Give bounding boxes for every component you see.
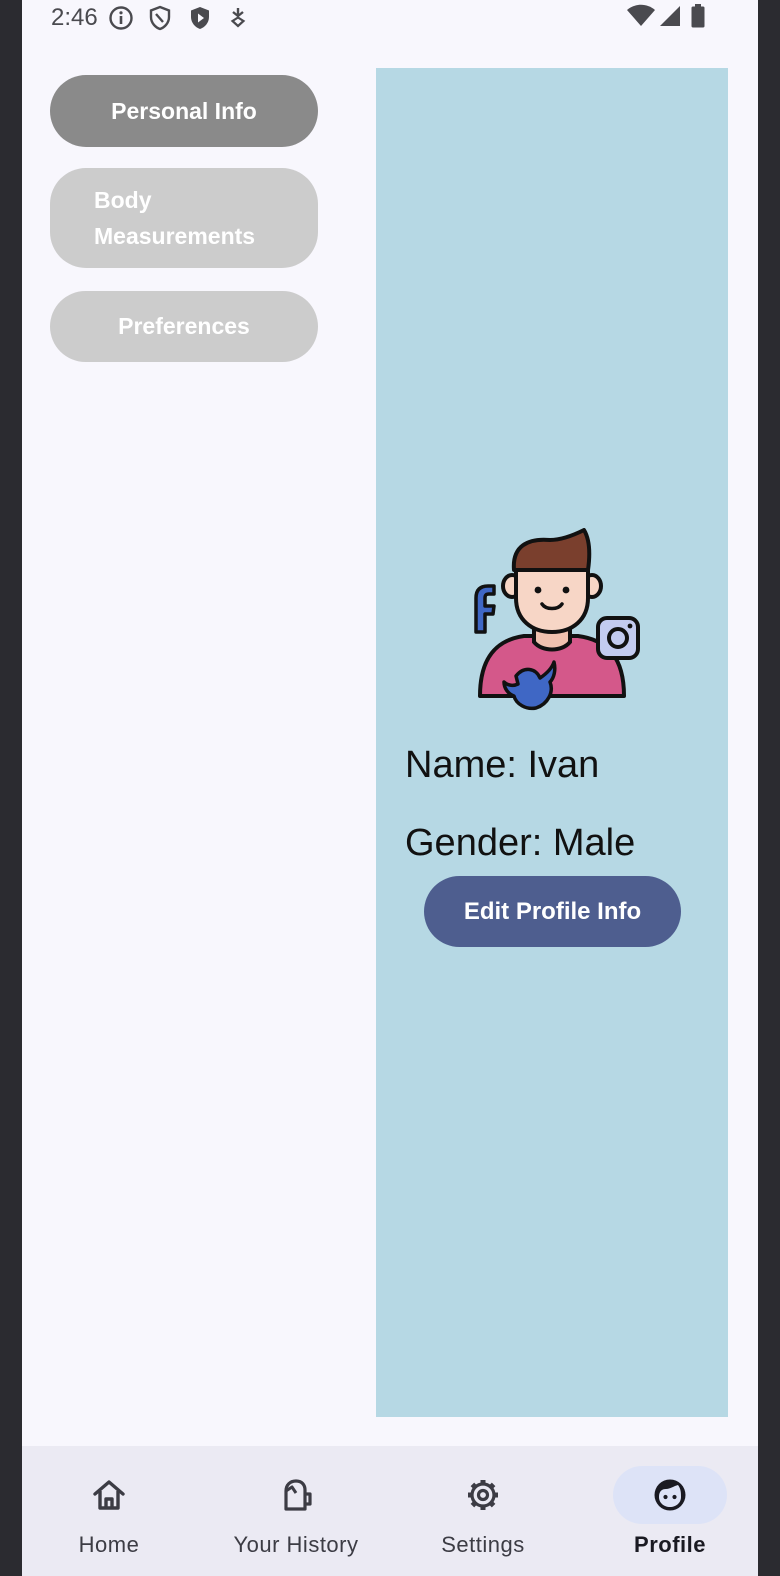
nav-label-settings: Settings: [441, 1532, 525, 1557]
tab-preferences[interactable]: Preferences: [50, 291, 318, 362]
tab-personal-info-label: Personal Info: [111, 97, 257, 124]
info-icon: [109, 6, 133, 30]
nav-item-profile[interactable]: Profile: [575, 1446, 758, 1576]
status-bar: 2:46: [22, 0, 758, 36]
nav-label-your-history: Your History: [233, 1532, 359, 1557]
app-screen: 2:46 Personal Info Body Measurements Pre…: [22, 0, 758, 1576]
history-icon: [284, 1479, 312, 1511]
bottom-navigation: Home Your History Settings Profile: [22, 1446, 758, 1576]
battery-icon: [691, 4, 705, 28]
gear-icon: [468, 1480, 498, 1510]
edit-profile-info-button[interactable]: Edit Profile Info: [424, 876, 681, 947]
signal-icon: [660, 6, 680, 26]
tab-body-measurements[interactable]: Body Measurements: [50, 168, 318, 268]
wifi-icon: [627, 4, 655, 26]
nav-item-your-history[interactable]: Your History: [201, 1446, 385, 1576]
profile-name: Name: Ivan: [405, 744, 600, 786]
tab-personal-info[interactable]: Personal Info: [50, 75, 318, 147]
nav-item-settings[interactable]: Settings: [388, 1446, 572, 1576]
home-icon: [93, 1480, 125, 1510]
download-icon: [230, 8, 246, 28]
status-time: 2:46: [51, 4, 98, 31]
play-shield-icon: [191, 7, 209, 29]
shield-icon: [149, 5, 171, 31]
nav-label-profile: Profile: [634, 1532, 706, 1557]
face-icon: [654, 1479, 686, 1511]
personal-info-panel: Name: Ivan Gender: Male Edit Profile Inf…: [376, 68, 728, 1417]
user-social-avatar-icon: [474, 528, 640, 711]
profile-gender: Gender: Male: [405, 822, 636, 864]
tab-preferences-label: Preferences: [118, 313, 250, 339]
nav-label-home: Home: [78, 1532, 140, 1557]
tab-body-measurements-label: Body Measurements: [94, 187, 256, 249]
nav-item-home[interactable]: Home: [22, 1446, 198, 1576]
